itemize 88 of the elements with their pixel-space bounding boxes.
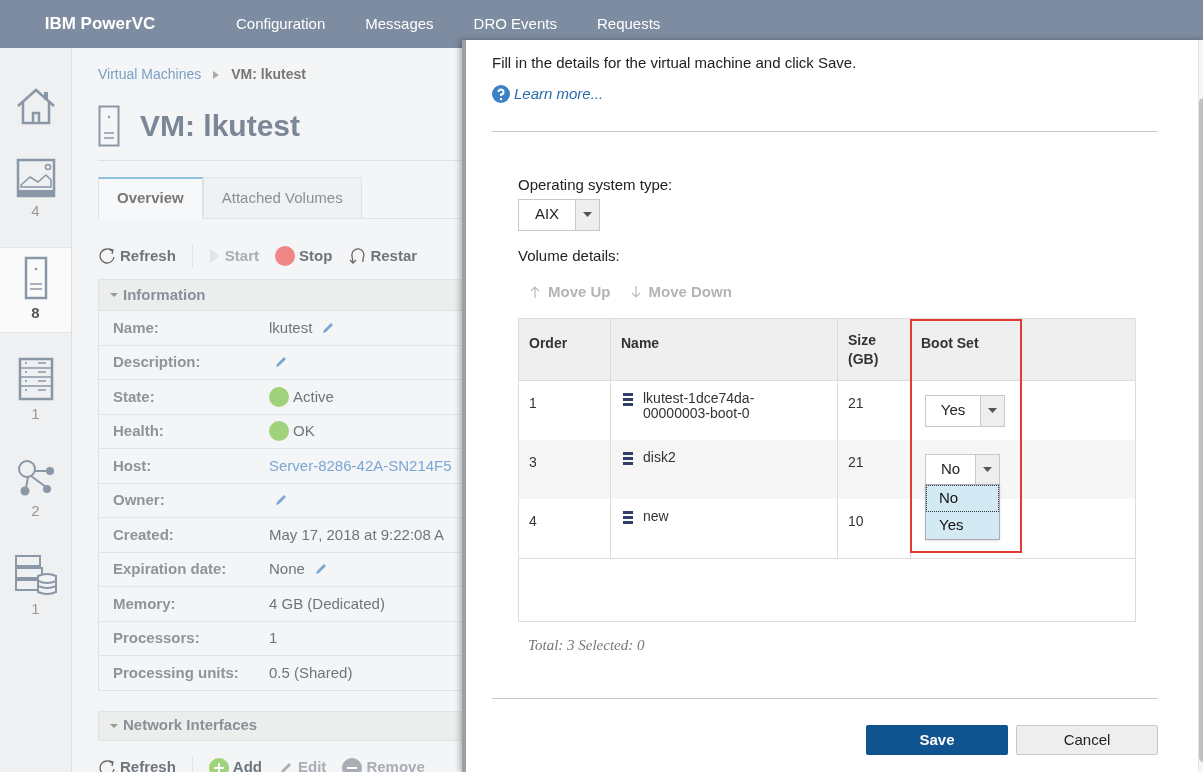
- field-label: Health:: [112, 421, 165, 441]
- caret-down-icon: [583, 211, 592, 218]
- tab[interactable]: Attached Volumes: [202, 177, 362, 219]
- table-cell: 21: [848, 453, 864, 470]
- network-nodes-icon: [15, 457, 56, 498]
- dropdown-option[interactable]: Yes: [926, 511, 999, 539]
- caret-down-icon[interactable]: [109, 290, 119, 300]
- field-value: 1: [269, 628, 278, 648]
- field-label: Operating system type:: [518, 175, 674, 195]
- rail-item[interactable]: 2: [0, 449, 71, 530]
- section-header[interactable]: Network Interfaces: [98, 710, 462, 741]
- host-link[interactable]: Server-8286-42A-SN214F5: [269, 454, 452, 477]
- refresh-button[interactable]: Refresh: [98, 244, 176, 268]
- table-cell-text: new: [643, 508, 670, 524]
- refresh-button[interactable]: Refresh: [98, 756, 176, 772]
- nav-link[interactable]: Configuration: [236, 12, 326, 36]
- breadcrumb-link[interactable]: Virtual Machines: [98, 64, 202, 85]
- field-value: 4 GB (Dedicated): [269, 593, 385, 614]
- refresh-icon: [98, 758, 116, 772]
- boot-set-select[interactable]: Yes: [925, 394, 1005, 427]
- field-label: Owner:: [112, 490, 166, 510]
- section-header[interactable]: Information: [99, 280, 462, 310]
- refresh-icon: [98, 247, 116, 265]
- picture-frame-icon: [15, 158, 56, 198]
- restart-button[interactable]: Restar: [348, 244, 418, 268]
- table-summary: Total: 3 Selected: 0: [527, 635, 646, 655]
- brand-name[interactable]: IBM PowerVC: [0, 11, 200, 37]
- table-cell: 10: [848, 512, 864, 529]
- table-cell: 3: [529, 453, 537, 470]
- field-label: Host:: [112, 455, 153, 476]
- stop-button[interactable]: Stop: [275, 244, 333, 268]
- dialog-intro: Fill in the details for the virtual machine and click Save.: [492, 53, 858, 73]
- breadcrumb-arrow-icon: [213, 70, 220, 79]
- server-tower-icon: [98, 104, 120, 147]
- table-cell-text: lkutest-1dce74da-00000003-boot-0: [643, 390, 756, 421]
- field-value: None: [269, 559, 305, 579]
- column-header[interactable]: Size (GB): [848, 330, 888, 369]
- rail-item[interactable]: 1: [0, 546, 71, 629]
- volume-icon: [623, 451, 633, 466]
- boot-set-select[interactable]: No: [925, 453, 1000, 486]
- caret-down-icon: [988, 407, 997, 414]
- rail-item[interactable]: 8: [0, 246, 71, 333]
- breadcrumb-current: VM: lkutest: [231, 65, 306, 84]
- os-type-select[interactable]: AIX: [518, 198, 600, 231]
- storage-database-icon: [13, 554, 58, 596]
- caret-down-icon: [983, 466, 992, 473]
- table-cell: 4: [529, 512, 537, 529]
- learn-more-link[interactable]: Learn more...: [514, 82, 604, 105]
- field-label: Volume details:: [518, 245, 621, 266]
- field-label: Description:: [112, 352, 202, 372]
- field-label: Processors:: [112, 628, 201, 648]
- save-button[interactable]: Save: [866, 725, 1008, 755]
- page-title: VM: lkutest: [140, 108, 301, 144]
- field-value: Active: [293, 386, 334, 407]
- nav-link[interactable]: Requests: [596, 12, 661, 36]
- dropdown-option[interactable]: No: [926, 484, 999, 512]
- field-label: Created:: [112, 524, 175, 545]
- field-value: May 17, 2018 at 9:22:08 A: [269, 524, 445, 545]
- field-label: Processing units:: [112, 662, 240, 683]
- field-value: OK: [293, 421, 315, 441]
- field-label: State:: [112, 386, 156, 407]
- rail-item[interactable]: 4: [0, 150, 71, 231]
- field-value: 0.5 (Shared): [269, 662, 353, 683]
- arrow-up-icon: [530, 285, 540, 300]
- column-header[interactable]: Boot Set: [921, 333, 979, 353]
- add-button[interactable]: Add: [208, 756, 263, 772]
- volume-icon: [623, 392, 633, 407]
- field-value: lkutest: [269, 317, 313, 338]
- table-cell-text: disk2: [643, 449, 677, 465]
- server-rack-icon: [17, 357, 54, 401]
- cancel-button[interactable]: Cancel: [1016, 725, 1158, 755]
- table-cell: 1: [529, 394, 537, 411]
- column-header[interactable]: Name: [621, 333, 660, 353]
- field-label: Memory:: [112, 593, 177, 614]
- field-label: Expiration date:: [112, 559, 228, 579]
- rail-item[interactable]: 1: [0, 349, 71, 434]
- column-header[interactable]: Order: [529, 333, 568, 353]
- server-tower-icon: [23, 255, 48, 300]
- nav-link[interactable]: DRO Events: [473, 12, 557, 36]
- restart-icon: [348, 246, 367, 266]
- tab[interactable]: Overview: [98, 177, 203, 219]
- help-icon: [492, 84, 510, 103]
- arrow-down-icon: [630, 285, 641, 300]
- nav-link[interactable]: Messages: [365, 12, 434, 36]
- volume-icon: [623, 510, 633, 525]
- table-cell: 21: [848, 394, 864, 411]
- field-label: Name:: [112, 317, 160, 338]
- stop-icon: [275, 246, 296, 266]
